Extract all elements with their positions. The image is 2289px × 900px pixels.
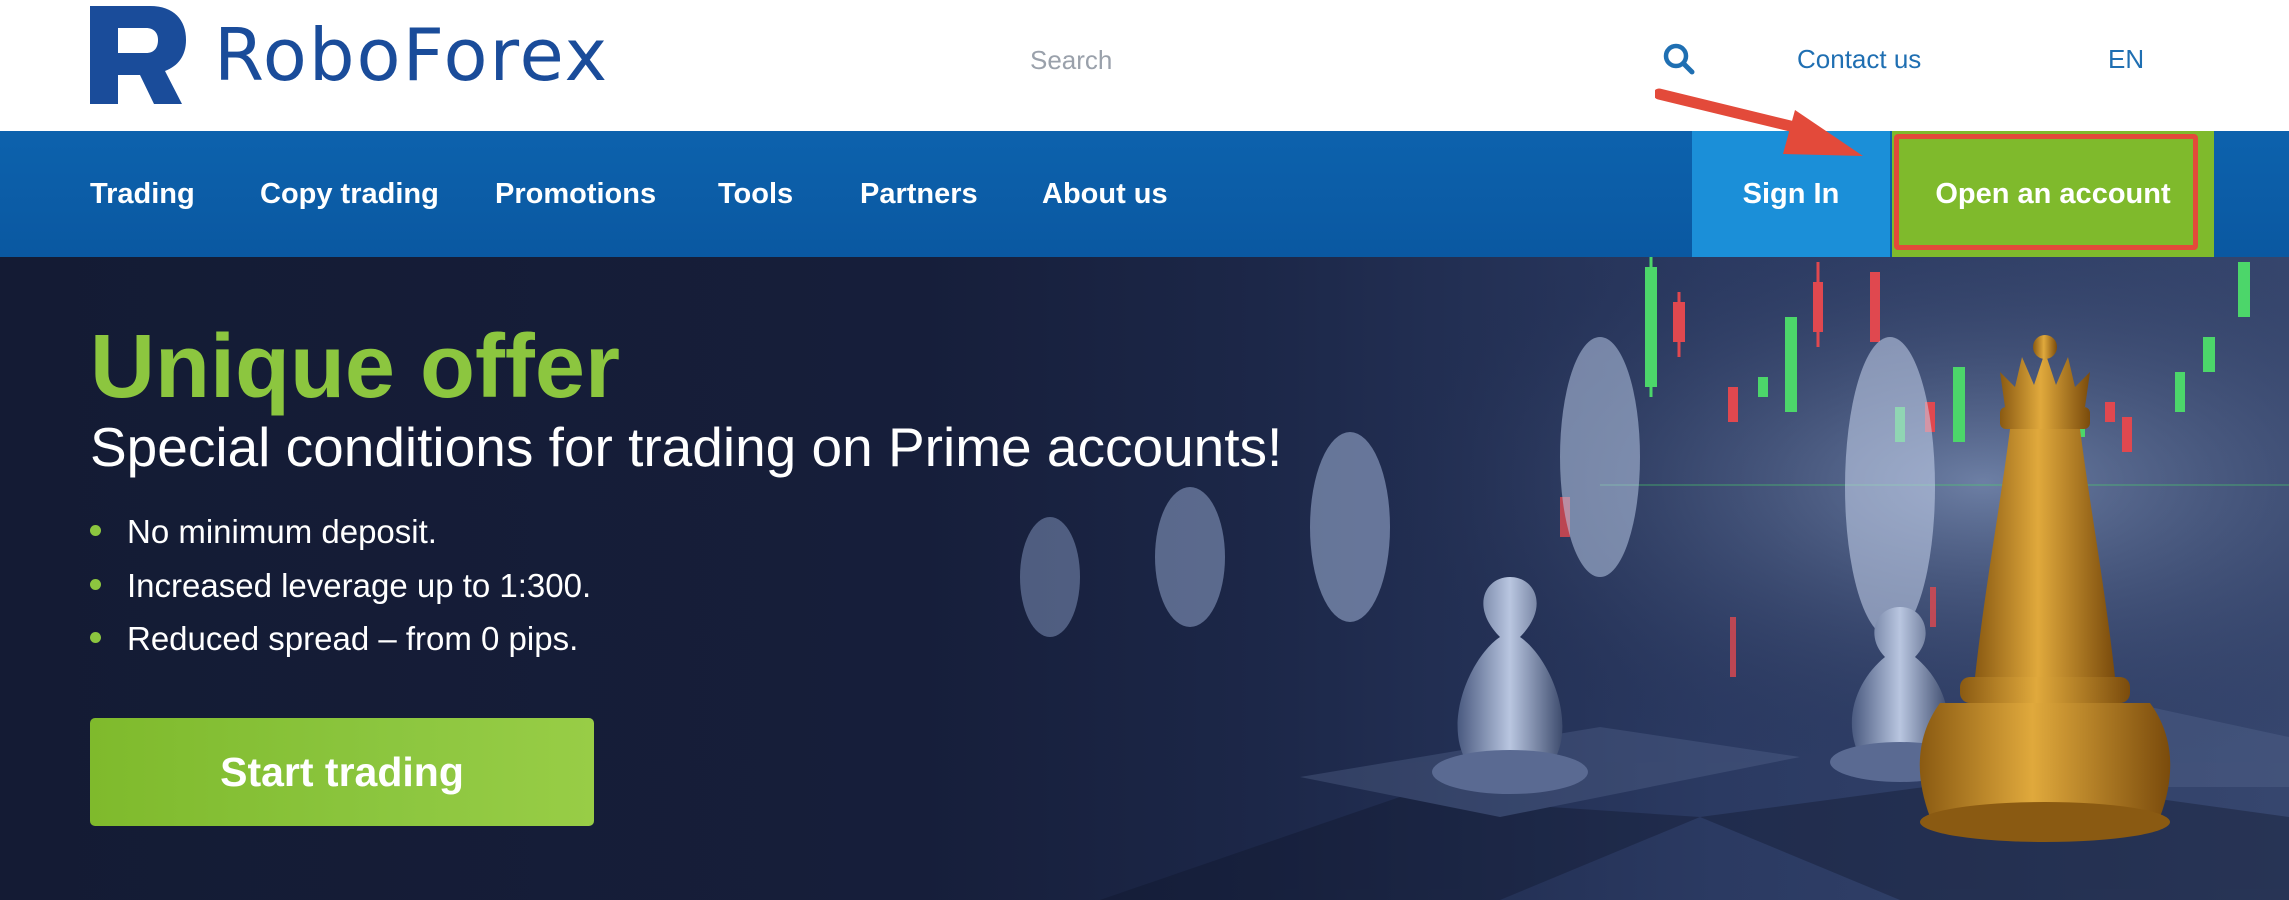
nav-item-promotions[interactable]: Promotions bbox=[495, 131, 656, 257]
start-trading-button[interactable]: Start trading bbox=[90, 718, 594, 826]
main-navigation: Trading Copy trading Promotions Tools Pa… bbox=[0, 131, 2289, 257]
language-selector[interactable]: EN bbox=[2108, 42, 2144, 76]
benefits-list: No minimum deposit. Increased leverage u… bbox=[90, 505, 591, 666]
bullet-dot-icon bbox=[90, 632, 101, 643]
bullet-dot-icon bbox=[90, 525, 101, 536]
brand-logo[interactable]: RoboForex bbox=[90, 6, 609, 104]
list-item: Increased leverage up to 1:300. bbox=[90, 559, 591, 613]
nav-item-copy-trading[interactable]: Copy trading bbox=[260, 131, 439, 257]
hero-banner: Unique offer Special conditions for trad… bbox=[0, 257, 2289, 900]
nav-item-partners[interactable]: Partners bbox=[860, 131, 978, 257]
hero-title: Unique offer bbox=[90, 317, 620, 417]
search-input[interactable] bbox=[1030, 30, 1630, 90]
nav-item-tools[interactable]: Tools bbox=[718, 131, 793, 257]
roboforex-logo-icon bbox=[90, 6, 186, 104]
nav-item-trading[interactable]: Trading bbox=[90, 131, 195, 257]
benefit-text: Reduced spread – from 0 pips. bbox=[127, 620, 579, 657]
benefit-text: No minimum deposit. bbox=[127, 513, 437, 550]
hero-subtitle: Special conditions for trading on Prime … bbox=[90, 416, 1283, 478]
sign-in-button[interactable]: Sign In bbox=[1692, 131, 1890, 257]
contact-us-link[interactable]: Contact us bbox=[1797, 42, 1921, 76]
roboforex-homepage: RoboForex Contact us EN Trading Copy tra… bbox=[0, 0, 2289, 900]
nav-item-about-us[interactable]: About us bbox=[1042, 131, 1168, 257]
brand-name: RoboForex bbox=[214, 13, 610, 97]
list-item: Reduced spread – from 0 pips. bbox=[90, 612, 591, 666]
top-header: RoboForex Contact us EN bbox=[0, 0, 2289, 131]
open-account-button[interactable]: Open an account bbox=[1892, 131, 2214, 257]
benefit-text: Increased leverage up to 1:300. bbox=[127, 566, 592, 604]
search-icon[interactable] bbox=[1662, 42, 1696, 76]
list-item: No minimum deposit. bbox=[90, 505, 591, 559]
bullet-dot-icon bbox=[90, 578, 101, 590]
